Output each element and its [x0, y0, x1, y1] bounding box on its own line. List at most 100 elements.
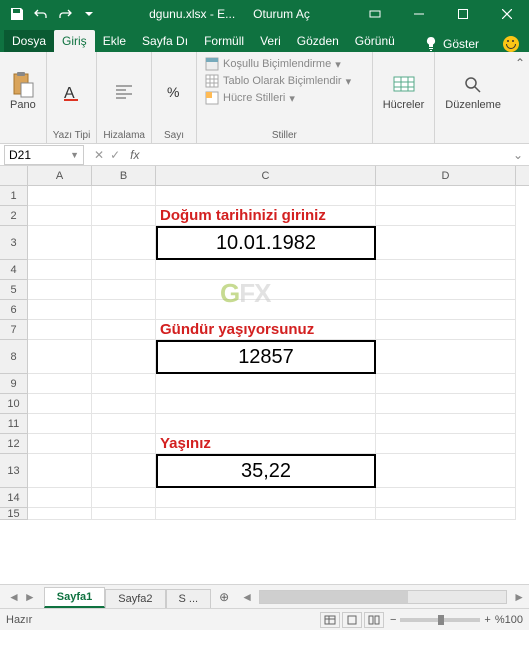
- normal-view-icon[interactable]: [320, 612, 340, 628]
- scroll-left-icon[interactable]: ◄: [241, 590, 253, 604]
- tab-view[interactable]: Görünü: [347, 30, 403, 52]
- fx-icon[interactable]: fx: [126, 148, 143, 162]
- tab-home[interactable]: Giriş: [54, 30, 95, 52]
- col-header[interactable]: B: [92, 166, 156, 185]
- cell-c12[interactable]: Yaşınız: [156, 434, 376, 454]
- row-header[interactable]: 5: [0, 280, 28, 300]
- ribbon: Pano A Yazı Tipi Hizalama % Sayı: [0, 52, 529, 144]
- tab-file[interactable]: Dosya: [4, 30, 54, 52]
- chevron-down-icon: ▾: [289, 92, 295, 105]
- font-button[interactable]: A: [56, 78, 88, 106]
- group-cells: Hücreler: [373, 52, 436, 143]
- col-header[interactable]: C: [156, 166, 376, 185]
- align-button[interactable]: [108, 78, 140, 106]
- format-as-table-button[interactable]: Tablo Olarak Biçimlendir▾: [203, 73, 353, 89]
- undo-icon[interactable]: [30, 3, 52, 25]
- tab-insert[interactable]: Ekle: [95, 30, 134, 52]
- redo-icon[interactable]: [54, 3, 76, 25]
- feedback-icon[interactable]: [503, 36, 519, 52]
- group-font: A Yazı Tipi: [47, 52, 98, 143]
- ribbon-display-icon[interactable]: [353, 0, 397, 28]
- row-header[interactable]: 12: [0, 434, 28, 454]
- new-sheet-button[interactable]: ⊕: [211, 590, 237, 604]
- signin-link[interactable]: Oturum Aç: [253, 7, 310, 21]
- group-editing: Düzenleme: [435, 52, 511, 143]
- zoom-out-button[interactable]: −: [390, 614, 396, 626]
- name-box[interactable]: D21 ▼: [4, 145, 84, 165]
- svg-text:%: %: [167, 84, 179, 100]
- row-header[interactable]: 7: [0, 320, 28, 340]
- spreadsheet-grid[interactable]: A B C D 1 2 Doğum tarihinizi giriniz 3 10.…: [0, 166, 529, 584]
- zoom-in-button[interactable]: +: [484, 614, 490, 626]
- row-header[interactable]: 3: [0, 226, 28, 260]
- cell-c7[interactable]: Gündür yaşıyorsunuz: [156, 320, 376, 340]
- cell-c3[interactable]: 10.01.1982: [156, 226, 376, 260]
- tab-data[interactable]: Veri: [252, 30, 289, 52]
- chevron-down-icon: ▾: [346, 75, 352, 88]
- sheet-tab[interactable]: S ...: [166, 589, 212, 608]
- collapse-ribbon-icon[interactable]: ⌃: [511, 52, 529, 74]
- maximize-icon[interactable]: [441, 0, 485, 28]
- minimize-icon[interactable]: [397, 0, 441, 28]
- save-icon[interactable]: [6, 3, 28, 25]
- enter-formula-icon[interactable]: ✓: [110, 148, 120, 162]
- close-icon[interactable]: [485, 0, 529, 28]
- font-icon: A: [60, 80, 84, 104]
- row-header[interactable]: 4: [0, 260, 28, 280]
- chevron-down-icon[interactable]: ▼: [70, 150, 79, 160]
- align-group-label: Hizalama: [103, 130, 145, 141]
- row-header[interactable]: 10: [0, 394, 28, 414]
- sheet-nav-next-icon[interactable]: ►: [24, 590, 36, 604]
- formula-input[interactable]: [143, 145, 506, 165]
- formula-bar: D21 ▼ ✕ ✓ fx ⌄: [0, 144, 529, 166]
- ribbon-tabs: Dosya Giriş Ekle Sayfa Dı Formüll Veri G…: [0, 28, 529, 52]
- group-styles: Koşullu Biçimlendirme▾ Tablo Olarak Biçi…: [197, 52, 373, 143]
- row-header[interactable]: 2: [0, 206, 28, 226]
- tell-me[interactable]: Göster: [443, 37, 479, 51]
- row-header[interactable]: 13: [0, 454, 28, 488]
- page-layout-view-icon[interactable]: [342, 612, 362, 628]
- title-bar: dgunu.xlsx - E... Oturum Aç: [0, 0, 529, 28]
- cells-button[interactable]: Hücreler: [379, 71, 429, 113]
- cell-c13[interactable]: 35,22: [156, 454, 376, 488]
- cell-c8[interactable]: 12857: [156, 340, 376, 374]
- col-header[interactable]: D: [376, 166, 516, 185]
- sheet-tab[interactable]: Sayfa2: [105, 589, 165, 608]
- editing-button[interactable]: Düzenleme: [441, 71, 505, 113]
- cancel-formula-icon[interactable]: ✕: [94, 148, 104, 162]
- cell-styles-button[interactable]: Hücre Stilleri▾: [203, 90, 353, 106]
- select-all-button[interactable]: [0, 166, 28, 185]
- scroll-right-icon[interactable]: ►: [513, 590, 525, 604]
- col-header[interactable]: A: [28, 166, 92, 185]
- window-controls: [353, 0, 529, 28]
- row-header[interactable]: 9: [0, 374, 28, 394]
- row-header[interactable]: 14: [0, 488, 28, 508]
- row-header[interactable]: 1: [0, 186, 28, 206]
- row-header[interactable]: 8: [0, 340, 28, 374]
- column-headers: A B C D: [0, 166, 529, 186]
- styles-group-label: Stiller: [272, 130, 297, 141]
- tab-layout[interactable]: Sayfa Dı: [134, 30, 196, 52]
- row-header[interactable]: 15: [0, 508, 28, 520]
- sheet-nav-prev-icon[interactable]: ◄: [8, 590, 20, 604]
- lightbulb-icon: [425, 37, 437, 51]
- find-icon: [461, 73, 485, 97]
- cells-icon: [392, 73, 416, 97]
- row-header[interactable]: 6: [0, 300, 28, 320]
- tab-formulas[interactable]: Formüll: [196, 30, 252, 52]
- row-header[interactable]: 11: [0, 414, 28, 434]
- number-button[interactable]: %: [158, 78, 190, 106]
- zoom-level[interactable]: %100: [495, 614, 523, 626]
- zoom-slider[interactable]: [400, 618, 480, 622]
- horizontal-scrollbar[interactable]: [259, 590, 507, 604]
- tab-review[interactable]: Gözden: [289, 30, 347, 52]
- cell-c2[interactable]: Doğum tarihinizi giriniz: [156, 206, 376, 226]
- conditional-formatting-button[interactable]: Koşullu Biçimlendirme▾: [203, 56, 353, 72]
- expand-formula-bar-icon[interactable]: ⌄: [507, 148, 529, 162]
- sheet-tab[interactable]: Sayfa1: [44, 587, 105, 608]
- paste-button[interactable]: Pano: [6, 71, 40, 113]
- number-group-label: Sayı: [164, 130, 184, 141]
- group-clipboard: Pano: [0, 52, 47, 143]
- page-break-view-icon[interactable]: [364, 612, 384, 628]
- qat-customize-icon[interactable]: [78, 3, 100, 25]
